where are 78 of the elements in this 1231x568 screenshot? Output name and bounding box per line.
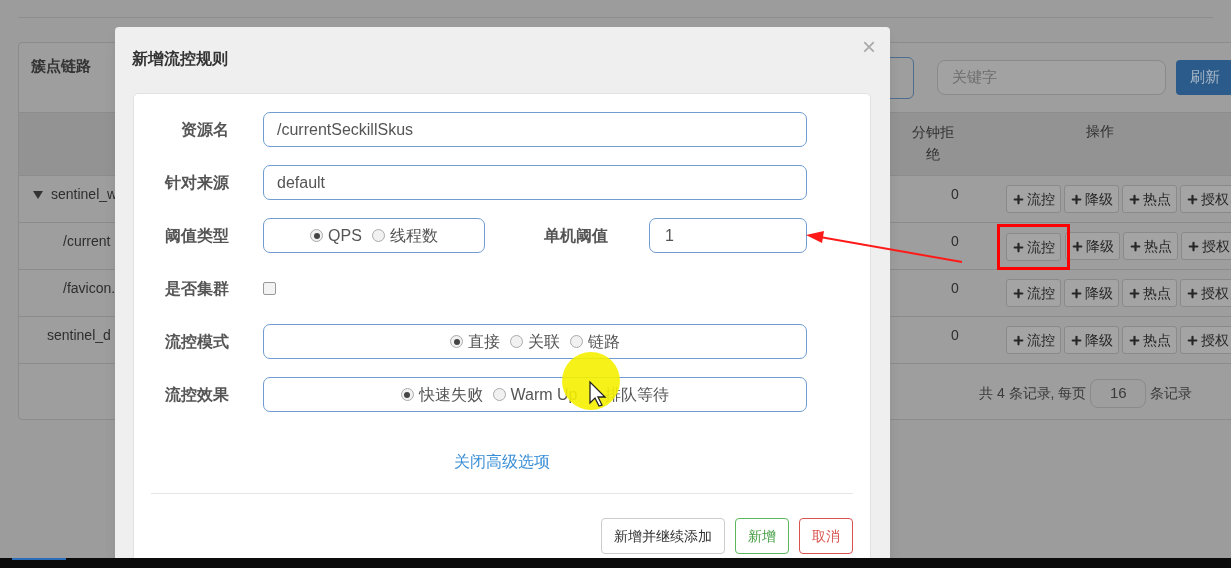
action-button[interactable]: 授权 xyxy=(1179,279,1231,307)
plus-icon xyxy=(1070,239,1084,253)
action-button[interactable]: 降级 xyxy=(1063,185,1119,213)
field-label: 流控模式 xyxy=(164,331,229,352)
action-button[interactable]: 热点 xyxy=(1121,279,1177,307)
field-label: 资源名 xyxy=(180,119,229,140)
radio-button[interactable] xyxy=(510,335,523,348)
action-button[interactable]: 流控 xyxy=(1005,185,1061,213)
radio-button[interactable] xyxy=(492,388,506,401)
plus-icon xyxy=(1069,286,1083,300)
table-cell: 0 xyxy=(951,280,959,296)
taskbar-indicator xyxy=(12,558,66,560)
resource-name: sentinel_d xyxy=(47,326,111,345)
field-label: 阈值类型 xyxy=(164,225,229,246)
action-button[interactable]: 热点 xyxy=(1121,185,1177,213)
field-label: 是否集群 xyxy=(164,278,229,299)
radio-button[interactable] xyxy=(400,388,414,401)
plus-icon xyxy=(1128,239,1142,253)
plus-icon xyxy=(1127,333,1141,347)
page-size-field[interactable]: 16 xyxy=(1090,379,1147,408)
plus-icon xyxy=(1127,192,1141,206)
plus-icon xyxy=(1011,333,1025,347)
radio-label: 快速失败 xyxy=(418,384,483,405)
panel-title: 簇点链路 xyxy=(31,56,91,77)
field-label: 针对来源 xyxy=(163,172,229,193)
action-button[interactable]: 降级 xyxy=(1064,232,1120,260)
refresh-button[interactable]: 刷新 xyxy=(1176,60,1231,95)
records-label: 条记录 xyxy=(1150,384,1193,403)
table-cell: 0 xyxy=(951,327,959,343)
action-button[interactable]: 降级 xyxy=(1063,326,1119,354)
dialog-button[interactable]: 新增并继续添加 xyxy=(601,518,725,554)
plus-icon xyxy=(1127,286,1141,300)
action-button[interactable]: 热点 xyxy=(1122,232,1178,260)
threshold-field[interactable]: 1 xyxy=(649,218,807,253)
radio-label: 链路 xyxy=(588,331,620,352)
record-count-text: 共 4 条记录, 每页 xyxy=(979,384,1087,403)
plus-icon xyxy=(1185,192,1199,206)
action-button[interactable]: 热点 xyxy=(1121,326,1177,354)
radio-button[interactable] xyxy=(371,229,385,242)
plus-icon xyxy=(1011,192,1025,206)
action-button[interactable]: 授权 xyxy=(1179,185,1231,213)
advanced-options-link[interactable]: 关闭高级选项 xyxy=(454,450,550,474)
column-header: 分钟拒绝 xyxy=(910,123,955,164)
field-label: 单机阈值 xyxy=(544,225,609,246)
dialog-title: 新增流控规则 xyxy=(132,49,228,69)
resource-name: /current xyxy=(63,232,111,251)
radio-label: 直接 xyxy=(468,331,500,352)
radio-button[interactable] xyxy=(570,335,583,348)
plus-icon xyxy=(1011,240,1025,254)
plus-icon xyxy=(1011,286,1025,300)
plus-icon xyxy=(1069,333,1083,347)
action-button[interactable]: 授权 xyxy=(1179,326,1231,354)
action-button[interactable]: 流控 xyxy=(1005,279,1061,307)
dialog-button[interactable]: 新增 xyxy=(735,518,789,554)
table-cell: 0 xyxy=(951,233,959,249)
action-button[interactable]: 流控 xyxy=(1005,233,1061,261)
checkbox[interactable] xyxy=(263,282,276,295)
radio-button[interactable] xyxy=(450,335,463,348)
plus-icon xyxy=(1186,239,1200,253)
radio-button[interactable] xyxy=(310,229,324,242)
plus-icon xyxy=(1185,286,1199,300)
radio-label: 线程数 xyxy=(389,225,438,246)
field-label: 流控效果 xyxy=(164,384,229,405)
action-button[interactable]: 授权 xyxy=(1180,232,1231,260)
action-button[interactable]: 降级 xyxy=(1063,279,1119,307)
table-cell: 0 xyxy=(951,186,959,202)
tree-toggle-icon[interactable] xyxy=(33,190,43,199)
column-header: 操作 xyxy=(1085,122,1115,141)
plus-icon xyxy=(1185,333,1199,347)
text-field[interactable]: /currentSeckillSkus xyxy=(263,112,807,147)
dialog-button[interactable]: 取消 xyxy=(799,518,853,554)
action-button[interactable]: 流控 xyxy=(1005,326,1061,354)
resource-name: /favicon. xyxy=(63,279,116,298)
plus-icon xyxy=(1069,192,1083,206)
text-field[interactable]: default xyxy=(263,165,807,200)
resource-name: sentinel_w xyxy=(51,185,118,204)
radio-label: 关联 xyxy=(528,331,560,352)
radio-label: QPS xyxy=(328,225,362,246)
